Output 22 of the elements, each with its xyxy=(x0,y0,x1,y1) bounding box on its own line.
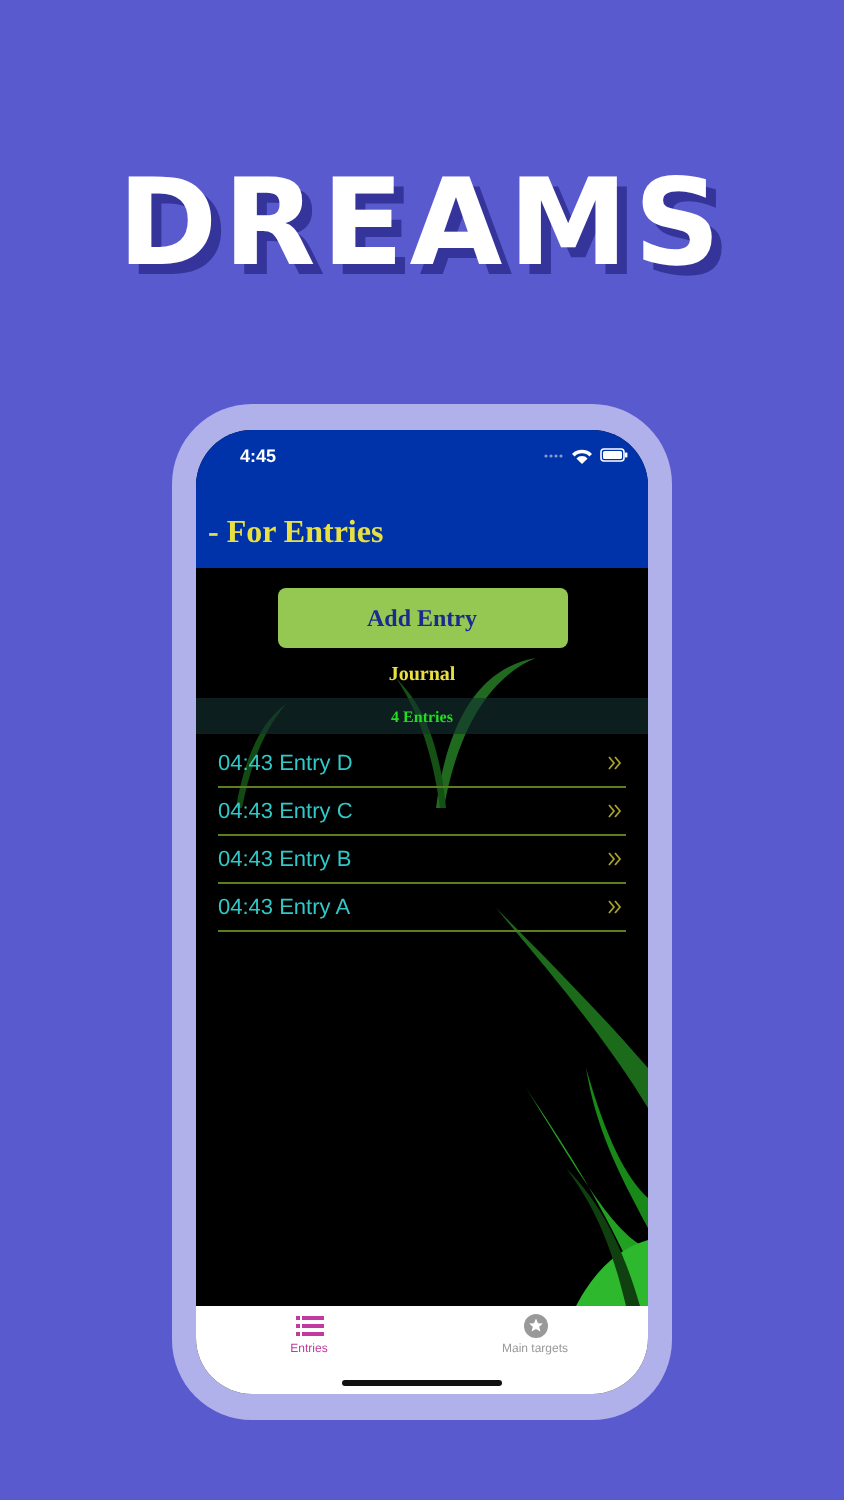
double-chevron-icon xyxy=(608,900,622,914)
screen-title: - For Entries xyxy=(206,514,386,552)
list-icon xyxy=(295,1314,323,1338)
entry-count: 4 Entries xyxy=(391,707,453,725)
entry-label: 04:43 Entry A xyxy=(218,895,351,919)
entry-label: 04:43 Entry D xyxy=(218,751,353,775)
entry-label: 04:43 Entry C xyxy=(218,799,353,823)
headline: DREAMS xyxy=(117,164,727,284)
add-entry-button[interactable]: Add Entry xyxy=(277,588,567,648)
double-chevron-icon xyxy=(608,852,622,866)
section-title: Journal xyxy=(388,664,456,690)
entry-row[interactable]: 04:43 Entry A xyxy=(218,884,626,932)
entry-row[interactable]: 04:43 Entry C xyxy=(218,788,626,836)
entry-row[interactable]: 04:43 Entry D xyxy=(218,740,626,788)
entry-row[interactable]: 04:43 Entry B xyxy=(218,836,626,884)
battery-icon xyxy=(600,448,628,462)
status-time: 4:45 xyxy=(240,445,277,465)
star-icon xyxy=(523,1314,547,1338)
wifi-icon xyxy=(572,447,592,463)
double-chevron-icon xyxy=(608,756,622,770)
double-chevron-icon xyxy=(608,804,622,818)
entry-label: 04:43 Entry B xyxy=(218,847,352,871)
